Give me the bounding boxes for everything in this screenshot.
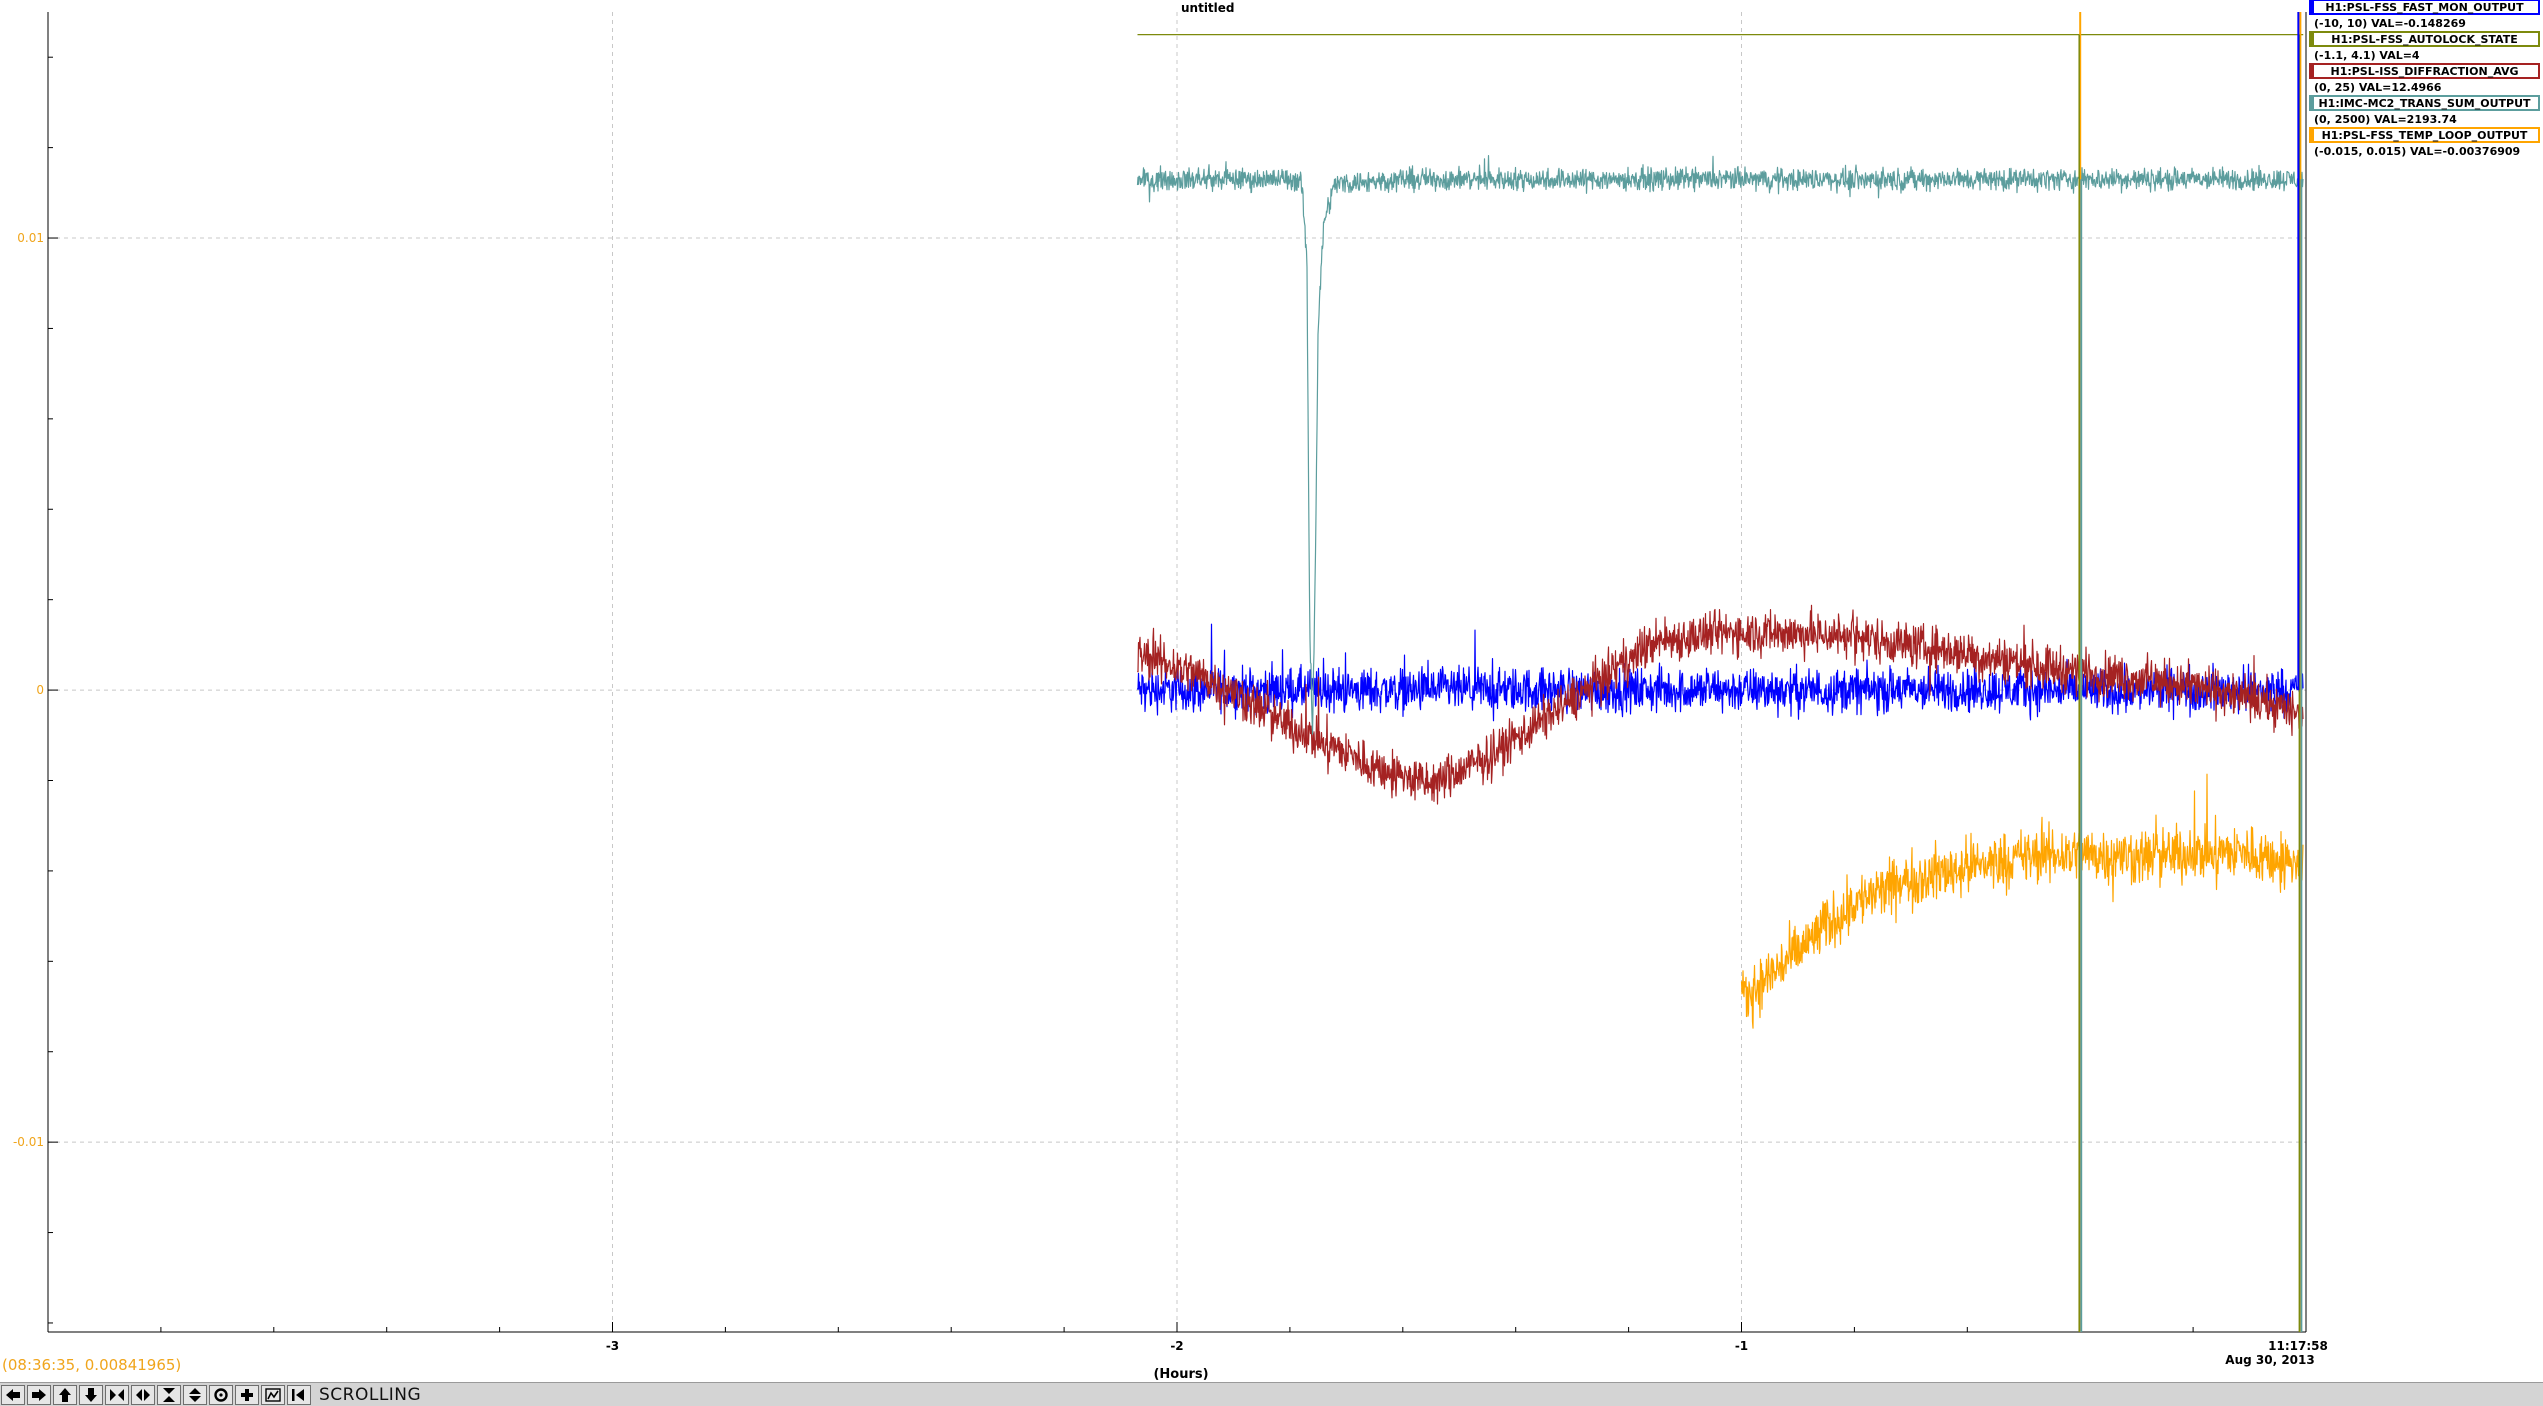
scroll-up-button[interactable]: [53, 1384, 77, 1405]
legend-entry-4[interactable]: H1:PSL-FSS_TEMP_LOOP_OUTPUT (-0.015, 0.01…: [2309, 127, 2540, 158]
strip-chart[interactable]: untitled -3 -2 -1 11:17:58 Aug 30, 2013 (H…: [0, 0, 2543, 1406]
legend-series-name: H1:PSL-FSS_TEMP_LOOP_OUTPUT: [2322, 129, 2528, 142]
mode-label: SCROLLING: [319, 1384, 422, 1405]
compress-vertical-button[interactable]: [157, 1384, 181, 1405]
scroll-down-icon: [85, 1387, 97, 1402]
legend-series-range: (-0.015, 0.015) VAL=-0.00376909: [2314, 145, 2520, 158]
compress-horizontal-icon: [110, 1388, 124, 1401]
scroll-up-icon: [59, 1387, 71, 1402]
toolbar: SCROLLING: [0, 1382, 2543, 1406]
legend-color-swatch: [2310, 96, 2314, 110]
y-tick-label: 0.01: [17, 231, 44, 245]
zoom-out-icon: [214, 1387, 228, 1402]
x-end-time-label: 11:17:58: [2268, 1339, 2328, 1353]
zoom-in-icon: [241, 1388, 253, 1401]
legend-series-name: H1:PSL-FSS_AUTOLOCK_STATE: [2331, 33, 2517, 46]
y-tick-label: -0.01: [13, 1135, 44, 1149]
legend-series-range: (0, 25) VAL=12.4966: [2314, 81, 2442, 94]
compress-vertical-icon: [163, 1387, 175, 1402]
back-icon: [292, 1388, 304, 1401]
scroll-left-icon: [6, 1388, 20, 1401]
legend-series-name: H1:PSL-FSS_FAST_MON_OUTPUT: [2325, 1, 2524, 14]
legend-series-range: (0, 2500) VAL=2193.74: [2314, 113, 2457, 126]
back-button[interactable]: [287, 1384, 311, 1405]
x-end-date-label: Aug 30, 2013: [2225, 1353, 2314, 1367]
scroll-down-button[interactable]: [79, 1384, 103, 1405]
legend-color-swatch: [2310, 0, 2314, 14]
expand-vertical-icon: [189, 1387, 201, 1402]
zoom-in-button[interactable]: [235, 1384, 259, 1405]
y-tick-label: 0: [36, 683, 44, 697]
auto-scale-icon: [265, 1387, 281, 1402]
x-tick-label: -1: [1735, 1339, 1748, 1353]
auto-scale-button[interactable]: [261, 1384, 285, 1405]
scroll-right-button[interactable]: [27, 1384, 51, 1405]
compress-horizontal-button[interactable]: [105, 1384, 129, 1405]
legend-series-range: (-10, 10) VAL=-0.148269: [2314, 17, 2466, 30]
x-axis-label: (Hours): [1153, 1367, 1208, 1382]
legend-color-swatch: [2310, 128, 2314, 142]
legend-series-name: H1:IMC-MC2_TRANS_SUM_OUTPUT: [2318, 97, 2531, 110]
legend-series-name: H1:PSL-ISS_DIFFRACTION_AVG: [2330, 65, 2518, 78]
x-tick-label: -3: [606, 1339, 619, 1353]
expand-horizontal-icon: [136, 1388, 150, 1401]
scroll-right-icon: [32, 1388, 46, 1401]
scroll-left-button[interactable]: [1, 1384, 25, 1405]
chart-title: untitled: [1181, 1, 1235, 15]
expand-vertical-button[interactable]: [183, 1384, 207, 1405]
x-tick-label: -2: [1170, 1339, 1183, 1353]
legend-color-swatch: [2310, 32, 2314, 46]
zoom-out-button[interactable]: [209, 1384, 233, 1405]
legend-color-swatch: [2310, 64, 2314, 78]
legend-series-range: (-1.1, 4.1) VAL=4: [2314, 49, 2420, 62]
expand-horizontal-button[interactable]: [131, 1384, 155, 1405]
cursor-readout: (08:36:35, 0.00841965): [2, 1356, 182, 1374]
